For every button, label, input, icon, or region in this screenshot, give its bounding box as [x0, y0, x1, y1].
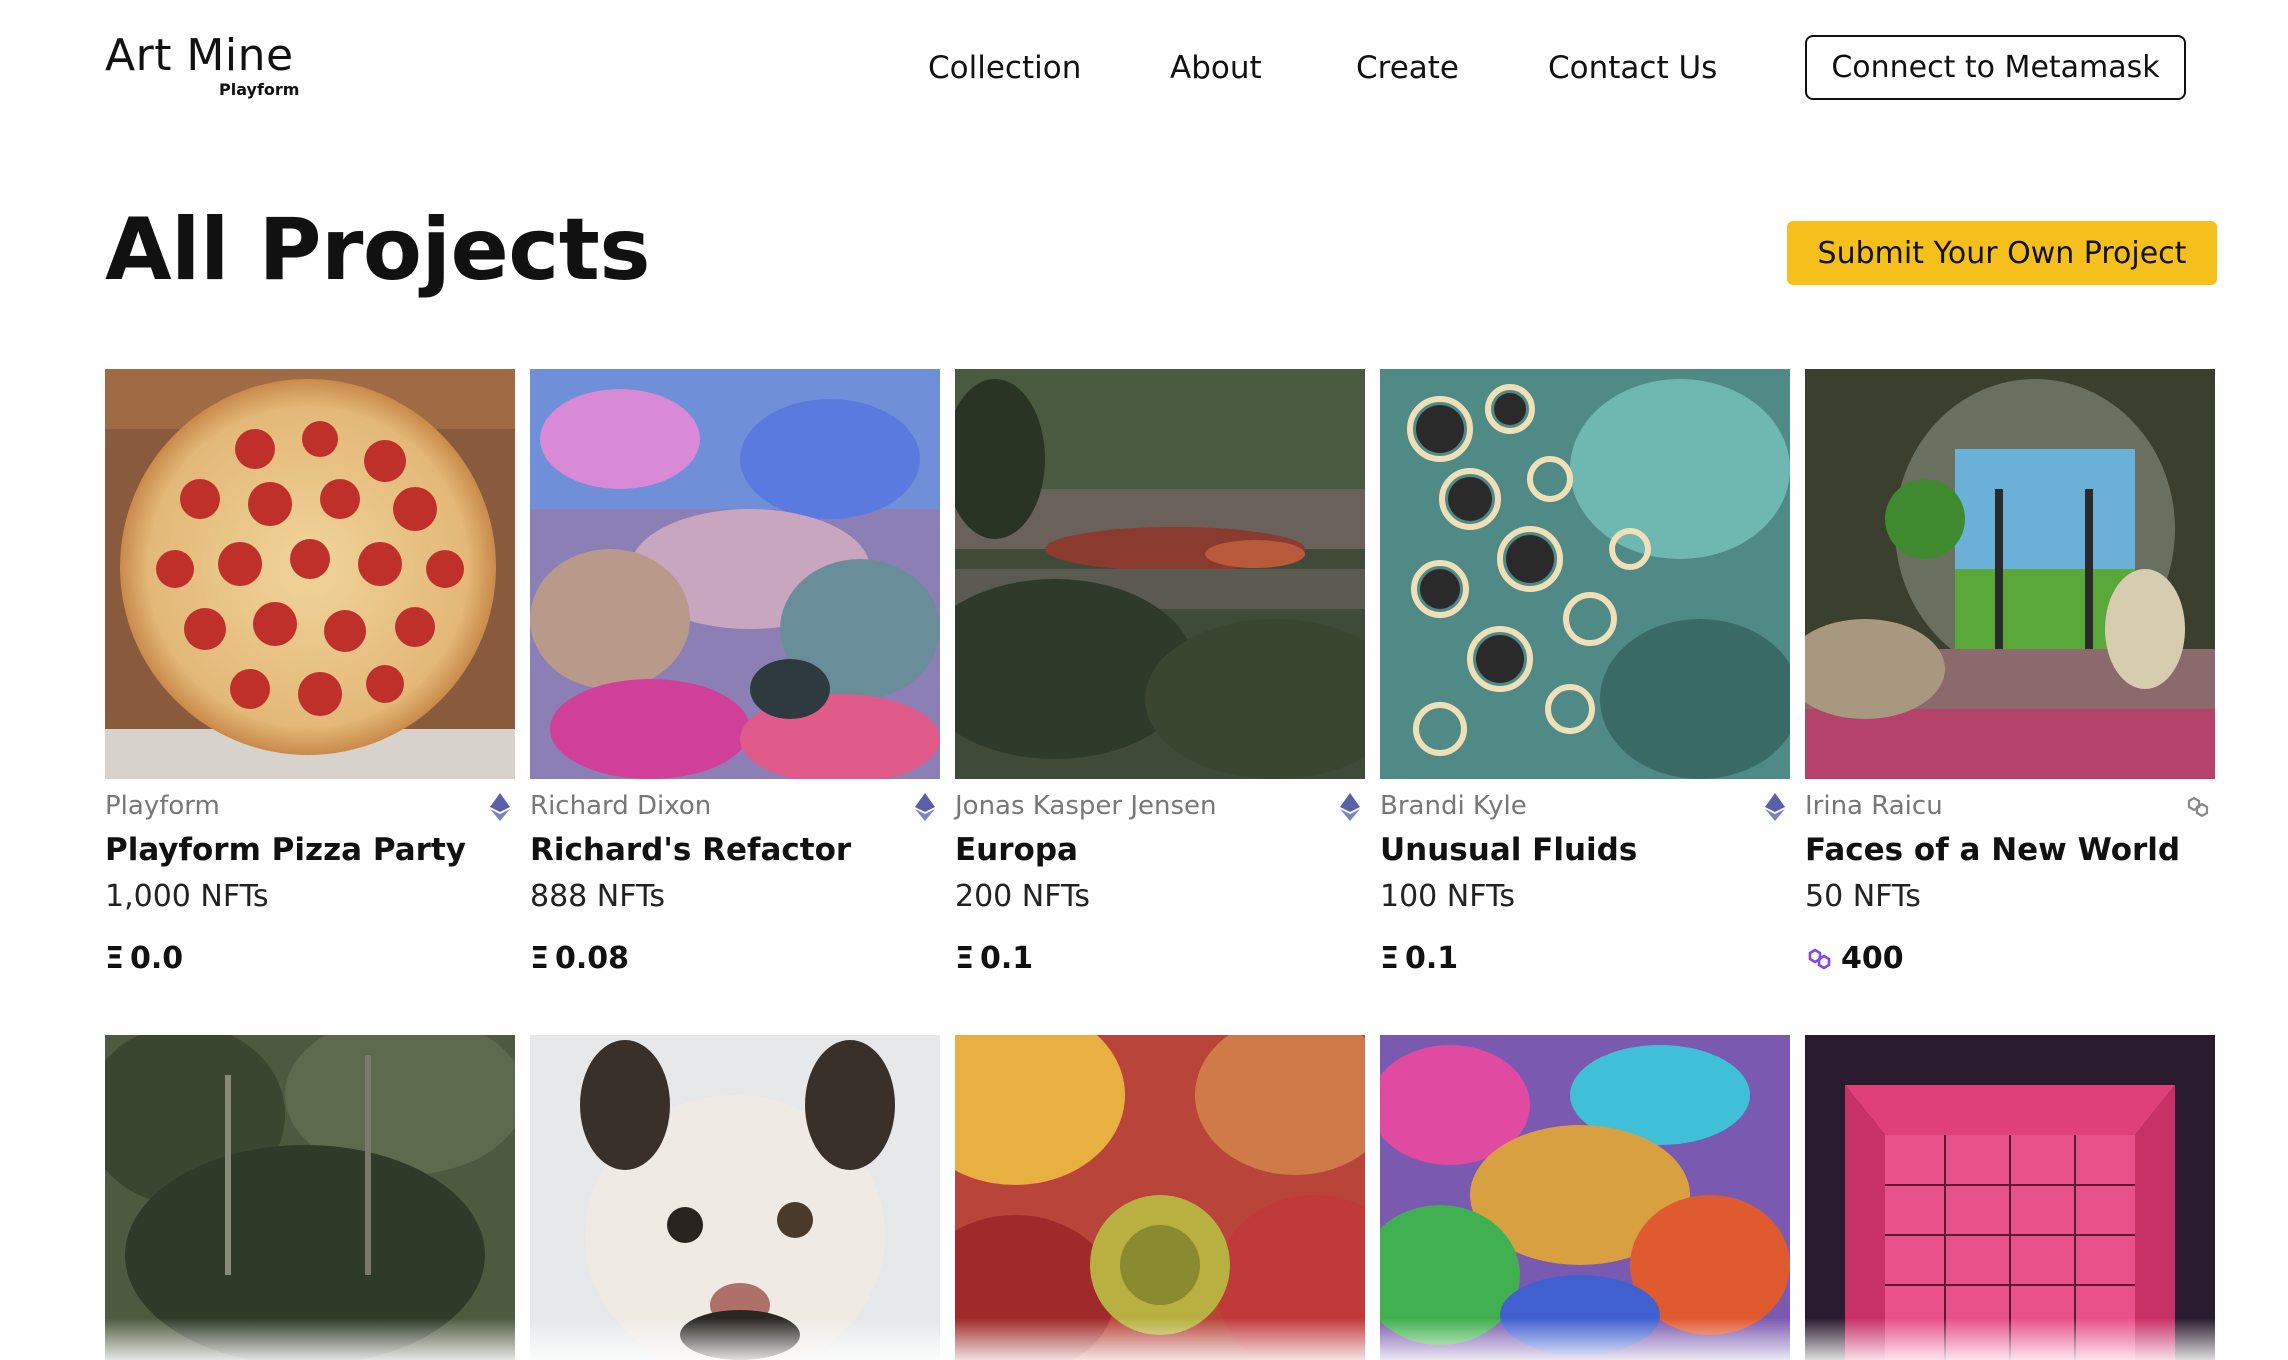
artist-name: Brandi Kyle	[1380, 791, 1527, 821]
polygon-matic-icon	[1808, 947, 1831, 970]
project-image	[955, 369, 1365, 779]
artist-name: Playform	[105, 791, 220, 821]
nft-count: 1,000 NFTs	[105, 879, 269, 914]
project-price: 400	[1805, 941, 1904, 976]
project-image	[530, 369, 940, 779]
nft-count: 50 NFTs	[1805, 879, 1921, 914]
ether-symbol: Ξ	[530, 941, 549, 976]
project-image[interactable]	[105, 1035, 515, 1360]
ethereum-icon	[490, 793, 510, 821]
project-image[interactable]	[955, 1035, 1365, 1360]
ethereum-icon	[915, 793, 935, 821]
project-name: Europa	[955, 832, 1078, 868]
ethereum-icon	[1340, 793, 1360, 821]
connect-metamask-button[interactable]: Connect to Metamask	[1805, 35, 2186, 100]
page-title: All Projects	[105, 200, 651, 300]
nav-collection[interactable]: Collection	[928, 50, 1081, 86]
project-image	[105, 369, 515, 779]
project-image	[1380, 369, 1790, 779]
logo-subtitle: Playform	[219, 80, 300, 99]
price-value: 0.1	[1404, 941, 1459, 976]
nav-contact-us[interactable]: Contact Us	[1548, 50, 1717, 86]
project-name: Richard's Refactor	[530, 832, 852, 868]
artist-name: Richard Dixon	[530, 791, 712, 821]
nft-count: 100 NFTs	[1380, 879, 1515, 914]
project-image[interactable]	[1380, 1035, 1790, 1360]
scroll-fade	[0, 1318, 2288, 1360]
project-name: Faces of a New World	[1805, 832, 2181, 868]
price-value: 0.08	[554, 941, 629, 976]
submit-project-button[interactable]: Submit Your Own Project	[1787, 221, 2217, 285]
price-value: 0.0	[129, 941, 184, 976]
ether-symbol: Ξ	[105, 941, 124, 976]
project-price: Ξ 0.1	[1380, 941, 1458, 976]
artist-name: Jonas Kasper Jensen	[955, 791, 1217, 821]
nft-count: 888 NFTs	[530, 879, 665, 914]
nav-create[interactable]: Create	[1356, 50, 1459, 86]
project-price: Ξ 0.1	[955, 941, 1033, 976]
ether-symbol: Ξ	[955, 941, 974, 976]
nft-count: 200 NFTs	[955, 879, 1090, 914]
logo-title: Art Mine	[105, 30, 294, 81]
artist-name: Irina Raicu	[1805, 791, 1943, 821]
project-image[interactable]	[1805, 1035, 2215, 1360]
polygon-icon	[2187, 796, 2209, 818]
nav-about[interactable]: About	[1170, 50, 1262, 86]
project-image[interactable]	[530, 1035, 940, 1360]
project-name: Playform Pizza Party	[105, 832, 466, 868]
ethereum-icon	[1765, 793, 1785, 821]
price-value: 400	[1841, 941, 1904, 976]
price-value: 0.1	[979, 941, 1034, 976]
ether-symbol: Ξ	[1380, 941, 1399, 976]
project-price: Ξ 0.0	[105, 941, 183, 976]
project-price: Ξ 0.08	[530, 941, 629, 976]
logo[interactable]: Art Mine Playform	[105, 30, 299, 99]
project-image	[1805, 369, 2215, 779]
project-name: Unusual Fluids	[1380, 832, 1638, 868]
